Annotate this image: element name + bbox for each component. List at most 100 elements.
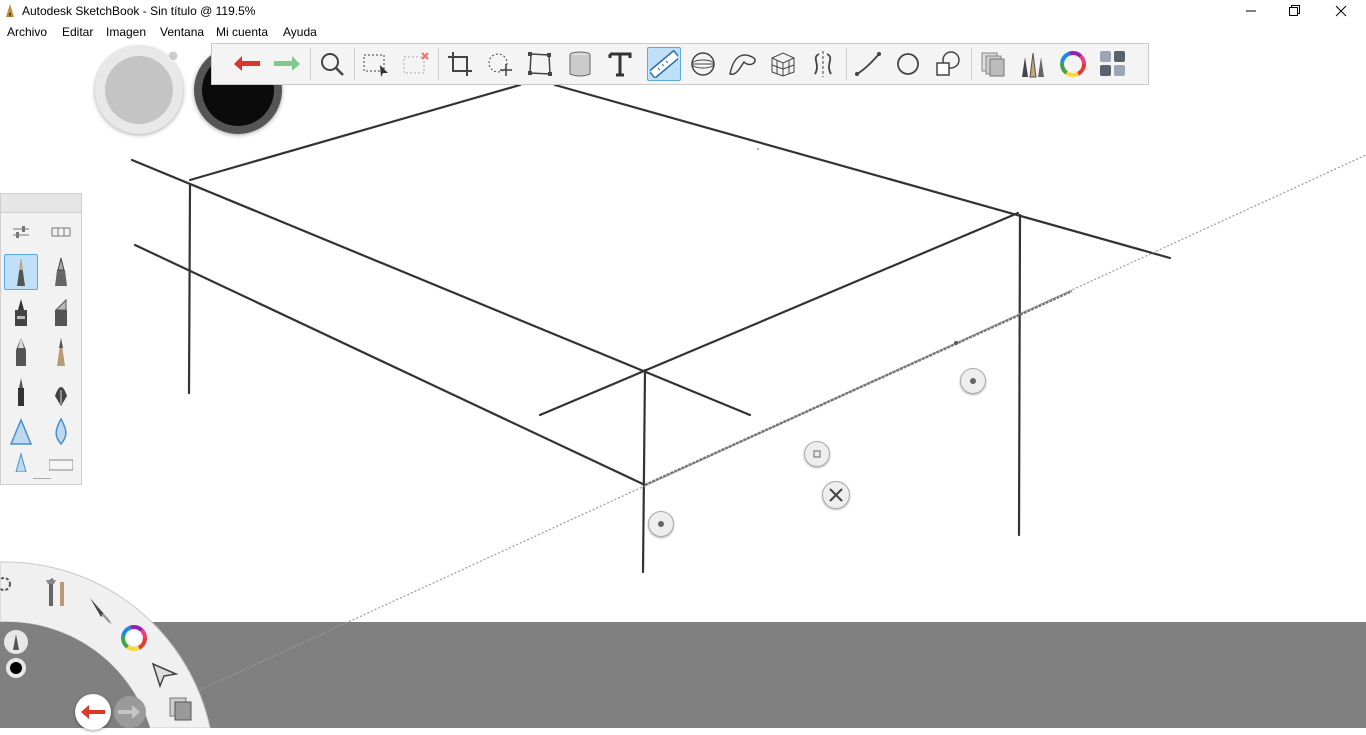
fountain-pen-brush[interactable]	[44, 374, 78, 410]
ruler-end-handle[interactable]	[648, 511, 674, 537]
shape-icon	[936, 51, 960, 76]
ballpoint-brush[interactable]	[4, 334, 38, 370]
lagoon-color-button[interactable]	[118, 622, 150, 654]
distort-button[interactable]	[523, 47, 557, 81]
drop-brush[interactable]	[44, 414, 78, 450]
main-toolbar	[211, 43, 1149, 85]
lagoon-brush-preview[interactable]	[4, 630, 28, 654]
lagoon-select-button[interactable]	[150, 660, 179, 689]
lagoon-layers-button[interactable]	[166, 694, 196, 724]
lagoon-brush-button[interactable]	[86, 594, 116, 628]
pencil-icon	[13, 634, 19, 650]
ink-pen-brush[interactable]	[44, 254, 78, 290]
ruler-button[interactable]	[647, 47, 681, 81]
brush-properties-button[interactable]	[4, 216, 38, 248]
layers-icon	[981, 52, 1005, 77]
ruler-rotate-handle[interactable]	[960, 368, 986, 394]
text-button[interactable]	[603, 47, 637, 81]
brush-palette	[0, 193, 82, 485]
text-icon	[608, 52, 632, 77]
zoom-button[interactable]	[315, 47, 349, 81]
color-wheel-icon	[1060, 51, 1086, 77]
lagoon-undo-button[interactable]	[75, 694, 111, 730]
ellipse-guide-icon	[691, 52, 715, 76]
redo-button[interactable]	[270, 47, 304, 81]
airbrush-brush[interactable]	[44, 334, 78, 370]
palette-header[interactable]	[1, 194, 81, 213]
eraser-brush-icon	[49, 459, 73, 471]
fountain-pen-brush-icon	[55, 387, 67, 406]
ruler-close-button[interactable]	[822, 481, 850, 509]
rectangle-select-icon	[363, 54, 388, 77]
grid-icon	[51, 227, 71, 237]
paint-brush-icon	[90, 598, 112, 624]
rectangle-select-button[interactable]	[359, 47, 393, 81]
tools-icon	[46, 578, 64, 606]
triangle-brush[interactable]	[4, 414, 38, 450]
eraser-brush[interactable]	[44, 448, 78, 472]
triangle-brush-icon	[9, 418, 33, 445]
lagoon-redo-button[interactable]	[114, 696, 146, 728]
pencil-brush-icon	[17, 258, 25, 286]
select-arrow-icon	[151, 662, 179, 689]
circle-icon	[897, 53, 919, 75]
crop-icon	[448, 52, 472, 76]
lagoon-color-preview[interactable]	[6, 658, 26, 678]
marker-brush-icon	[15, 299, 27, 326]
fill-bucket-icon	[569, 51, 591, 77]
transform-button[interactable]	[483, 47, 517, 81]
circle-button[interactable]	[891, 47, 925, 81]
brushes-icon	[1022, 52, 1044, 78]
ruler-move-handle[interactable]	[804, 441, 830, 467]
felt-pen-brush-icon	[18, 378, 24, 406]
taper-brush-icon	[15, 452, 27, 472]
close-icon	[829, 488, 843, 502]
copic-library-button[interactable]	[1096, 47, 1130, 81]
perspective-button[interactable]	[766, 47, 800, 81]
settings-icon	[0, 577, 11, 591]
clear-selection-icon	[403, 52, 429, 74]
shape-button[interactable]	[931, 47, 965, 81]
clear-selection-button[interactable]	[399, 47, 433, 81]
chisel-marker-brush[interactable]	[44, 294, 78, 330]
ellipse-guide-button[interactable]	[686, 47, 720, 81]
lagoon-tools-button[interactable]	[42, 574, 72, 608]
undo-button[interactable]	[230, 47, 264, 81]
marker-brush[interactable]	[4, 294, 38, 330]
symmetry-icon	[814, 51, 832, 77]
brush-library-button[interactable]	[44, 216, 78, 248]
line-icon	[855, 52, 881, 76]
ruler-icon	[650, 50, 678, 78]
brush-size-puck[interactable]	[95, 46, 183, 134]
brushes-button[interactable]	[1016, 47, 1050, 81]
chisel-marker-brush-icon	[54, 298, 67, 326]
french-curve-button[interactable]	[726, 47, 760, 81]
color-wheel-button[interactable]	[1056, 47, 1090, 81]
color-wheel-icon	[121, 625, 147, 651]
undo-icon	[234, 56, 260, 71]
undo-icon	[81, 705, 105, 719]
redo-icon	[118, 705, 140, 719]
crop-button[interactable]	[443, 47, 477, 81]
pencil-brush[interactable]	[4, 254, 38, 290]
water-drop-icon	[55, 417, 67, 446]
felt-pen-brush[interactable]	[4, 374, 38, 410]
black-color-swatch-icon	[10, 662, 22, 674]
perspective-icon	[771, 52, 795, 77]
zoom-icon	[321, 53, 344, 76]
fill-bucket-button[interactable]	[563, 47, 597, 81]
airbrush-brush-icon	[57, 338, 65, 366]
palette-resize-grip[interactable]	[33, 478, 51, 479]
transform-icon	[488, 53, 512, 76]
distort-icon	[528, 52, 552, 76]
sliders-icon	[13, 226, 29, 238]
taper-brush[interactable]	[4, 448, 38, 472]
layers-button[interactable]	[976, 47, 1010, 81]
line-button[interactable]	[851, 47, 885, 81]
copic-library-icon	[1100, 51, 1125, 76]
layers-icon	[169, 697, 192, 721]
french-curve-icon	[729, 54, 756, 76]
symmetry-button[interactable]	[806, 47, 840, 81]
ink-pen-brush-icon	[55, 257, 67, 286]
lagoon-settings-button[interactable]	[0, 574, 14, 594]
